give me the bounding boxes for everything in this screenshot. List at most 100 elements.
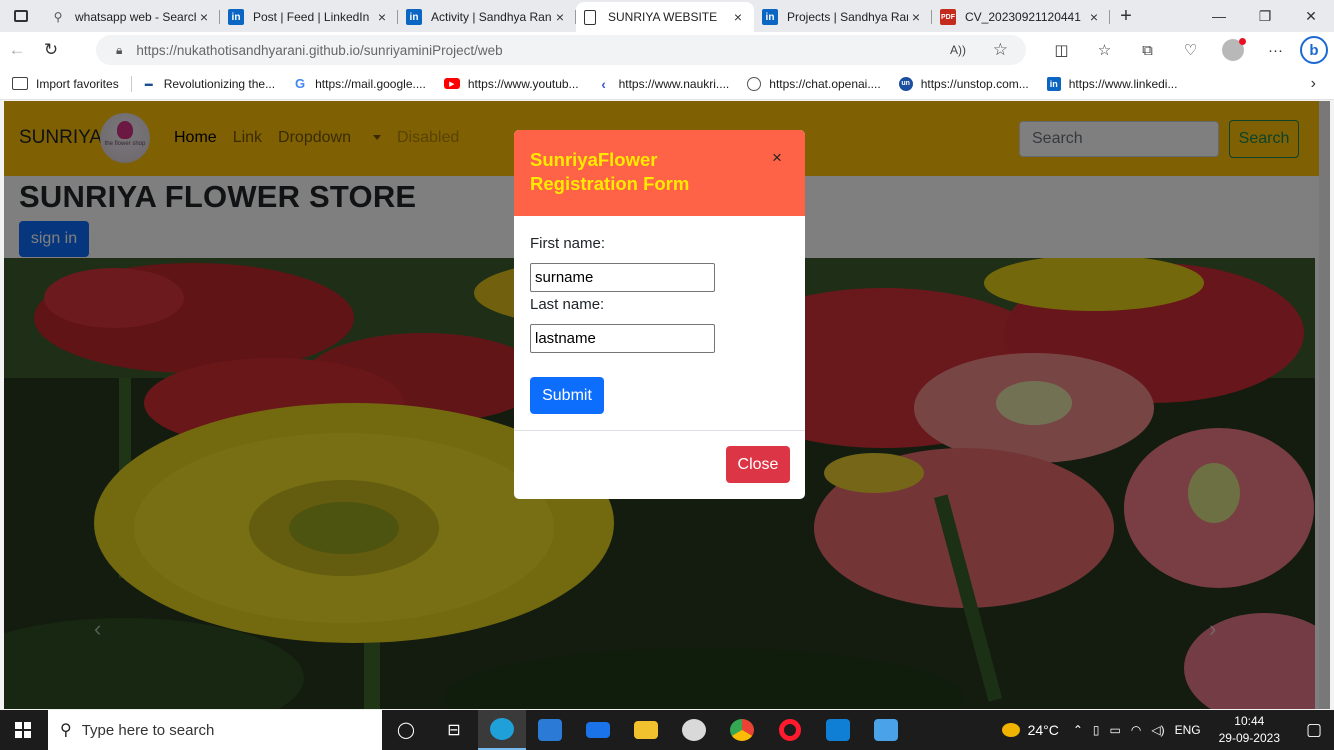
pdf-icon: PDF — [940, 9, 956, 25]
close-icon[interactable]: × — [772, 148, 782, 168]
favorite-item[interactable]: https://chat.openai.... — [747, 76, 881, 91]
device-icon[interactable]: ▯ — [1093, 723, 1100, 737]
more-icon[interactable]: ··· — [1254, 42, 1297, 59]
address-bar[interactable]: 🔒︎ https://nukathotisandhyarani.github.i… — [96, 35, 1026, 65]
notifications-icon[interactable]: ▢ — [1294, 720, 1334, 740]
chevron-right-icon[interactable]: › — [1311, 75, 1316, 93]
favorite-label: Revolutionizing the... — [163, 76, 276, 91]
weather-widget[interactable]: 24°C — [1001, 722, 1059, 738]
close-icon[interactable]: × — [374, 9, 390, 25]
youtube-icon: ▶ — [443, 78, 460, 89]
registration-modal: SunriyaFlower Registration Form × First … — [514, 130, 805, 499]
language-indicator[interactable]: ENG — [1175, 723, 1201, 737]
favorite-item[interactable]: Ghttps://mail.google.... — [293, 76, 426, 91]
task-view-icon[interactable]: ⊟ — [430, 710, 478, 750]
split-screen-icon[interactable]: ◫ — [1040, 41, 1083, 59]
url-text: https://nukathotisandhyarani.github.io/s… — [136, 43, 502, 58]
favorite-star-icon[interactable]: ☆ — [993, 40, 1008, 60]
url-path: /sunriyaminiProject/web — [360, 42, 503, 58]
close-button[interactable]: Close — [726, 446, 790, 483]
browser-tab[interactable]: PDF CV_20230921120441 × — [932, 2, 1110, 32]
linkedin-icon: in — [406, 9, 422, 25]
media-player-icon[interactable] — [670, 710, 718, 750]
opera-icon[interactable] — [766, 710, 814, 750]
favorites-icon[interactable]: ☆ — [1083, 41, 1126, 59]
windows-icon — [15, 722, 31, 738]
favorite-item[interactable]: in https://www.linkedi... — [1046, 76, 1178, 91]
favorite-item[interactable]: ‹ https://www.naukri.... — [597, 75, 729, 92]
weather-icon — [1001, 723, 1020, 737]
chrome-icon[interactable] — [718, 710, 766, 750]
unstop-icon: un — [898, 76, 913, 91]
taskbar-search-placeholder: Type here to search — [81, 721, 215, 739]
file-explorer-icon[interactable] — [622, 710, 670, 750]
cortana-icon[interactable]: ◯ — [382, 710, 430, 750]
browser-tab-active[interactable]: SUNRIYA WEBSITE × — [576, 2, 754, 32]
close-icon[interactable]: × — [1086, 9, 1102, 25]
naukri-icon: ‹ — [601, 75, 606, 92]
close-icon[interactable]: × — [196, 9, 212, 25]
close-icon[interactable]: × — [908, 9, 924, 25]
favorite-item[interactable]: ▬ Revolutionizing the... — [142, 77, 275, 91]
clock[interactable]: 10:44 29-09-2023 — [1219, 713, 1280, 747]
browser-tab[interactable]: in Post | Feed | LinkedIn × — [220, 2, 398, 32]
close-icon[interactable]: × — [552, 9, 568, 25]
page-icon — [584, 9, 596, 25]
linkedin-icon: in — [762, 9, 778, 25]
battery-icon[interactable]: ▭ — [1110, 723, 1121, 737]
profile-avatar[interactable] — [1222, 38, 1246, 61]
clock-time: 10:44 — [1234, 714, 1265, 728]
start-button[interactable] — [0, 710, 46, 750]
new-tab-button[interactable]: + — [1110, 5, 1142, 28]
page-viewport: SUNRIYA the flower shop Home Link Dropdo… — [4, 101, 1330, 709]
favorite-label: https://www.linkedi... — [1068, 76, 1178, 91]
store-icon[interactable] — [526, 710, 574, 750]
lock-icon[interactable]: 🔒︎ — [116, 43, 122, 58]
collections-icon[interactable]: ⧉ — [1126, 42, 1169, 59]
back-icon[interactable]: ← — [0, 40, 34, 60]
browser-tab[interactable]: in Activity | Sandhya Rani × — [398, 2, 576, 32]
site-icon: ▬ — [144, 79, 153, 88]
edge-icon[interactable] — [478, 710, 526, 750]
browser-tab[interactable]: ⚲ whatsapp web - Search × — [42, 2, 220, 32]
browser-toolbar: ◫ ☆ ⧉ ♡ ··· — [1040, 32, 1297, 68]
restore-icon[interactable]: ❐ — [1242, 0, 1288, 32]
close-icon[interactable]: × — [730, 9, 746, 25]
last-name-input[interactable]: lastname — [530, 324, 715, 353]
favorite-label: https://unstop.com... — [920, 76, 1029, 91]
modal-header: SunriyaFlower Registration Form × — [514, 130, 805, 216]
favorite-item[interactable]: un https://unstop.com... — [898, 76, 1029, 91]
browser-tab-strip: ⚲ whatsapp web - Search × in Post | Feed… — [0, 0, 1334, 32]
browser-essentials-icon[interactable]: ♡ — [1169, 41, 1212, 59]
photos-icon[interactable] — [862, 710, 910, 750]
mail-icon[interactable] — [574, 710, 622, 750]
search-icon: ⚲ — [60, 722, 72, 739]
address-bar-row: ← ↻ 🔒︎ https://nukathotisandhyarani.gith… — [0, 32, 1334, 68]
favorite-item[interactable]: ▶ https://www.youtub... — [443, 77, 579, 91]
close-window-icon[interactable]: ✕ — [1288, 0, 1334, 32]
wifi-icon[interactable]: ◠ — [1131, 723, 1141, 737]
first-name-input[interactable]: surname — [530, 263, 715, 292]
tab-actions-button[interactable] — [0, 0, 42, 32]
bing-copilot-icon[interactable]: b — [1300, 36, 1328, 64]
vscode-icon[interactable] — [814, 710, 862, 750]
favorite-label: Import favorites — [36, 76, 119, 91]
volume-icon[interactable]: ◁) — [1151, 723, 1164, 737]
refresh-icon[interactable]: ↻ — [34, 40, 68, 60]
tab-label: Activity | Sandhya Rani — [431, 10, 552, 24]
tab-label: CV_20230921120441 — [965, 10, 1081, 24]
favorite-import[interactable]: Import favorites — [12, 77, 119, 91]
first-name-label: First name: — [530, 235, 606, 252]
read-aloud-icon[interactable]: A)) — [950, 43, 966, 57]
modal-footer-divider — [514, 430, 805, 431]
favorites-divider — [130, 75, 132, 92]
browser-tab[interactable]: in Projects | Sandhya Rani × — [754, 2, 932, 32]
taskbar-search[interactable]: ⚲ Type here to search — [48, 710, 382, 750]
minimize-icon[interactable]: — — [1196, 0, 1242, 32]
chevron-up-icon[interactable]: ⌃ — [1073, 723, 1083, 737]
submit-button[interactable]: Submit — [530, 377, 604, 414]
system-tray: 24°C ⌃ ▯ ▭ ◠ ◁) ENG 10:44 29-09-2023 ▢ — [1001, 710, 1334, 750]
import-icon — [12, 77, 28, 90]
window-controls: — ❐ ✕ — [1196, 0, 1334, 32]
url-host: https://nukathotisandhyarani.github.io — [136, 42, 361, 58]
